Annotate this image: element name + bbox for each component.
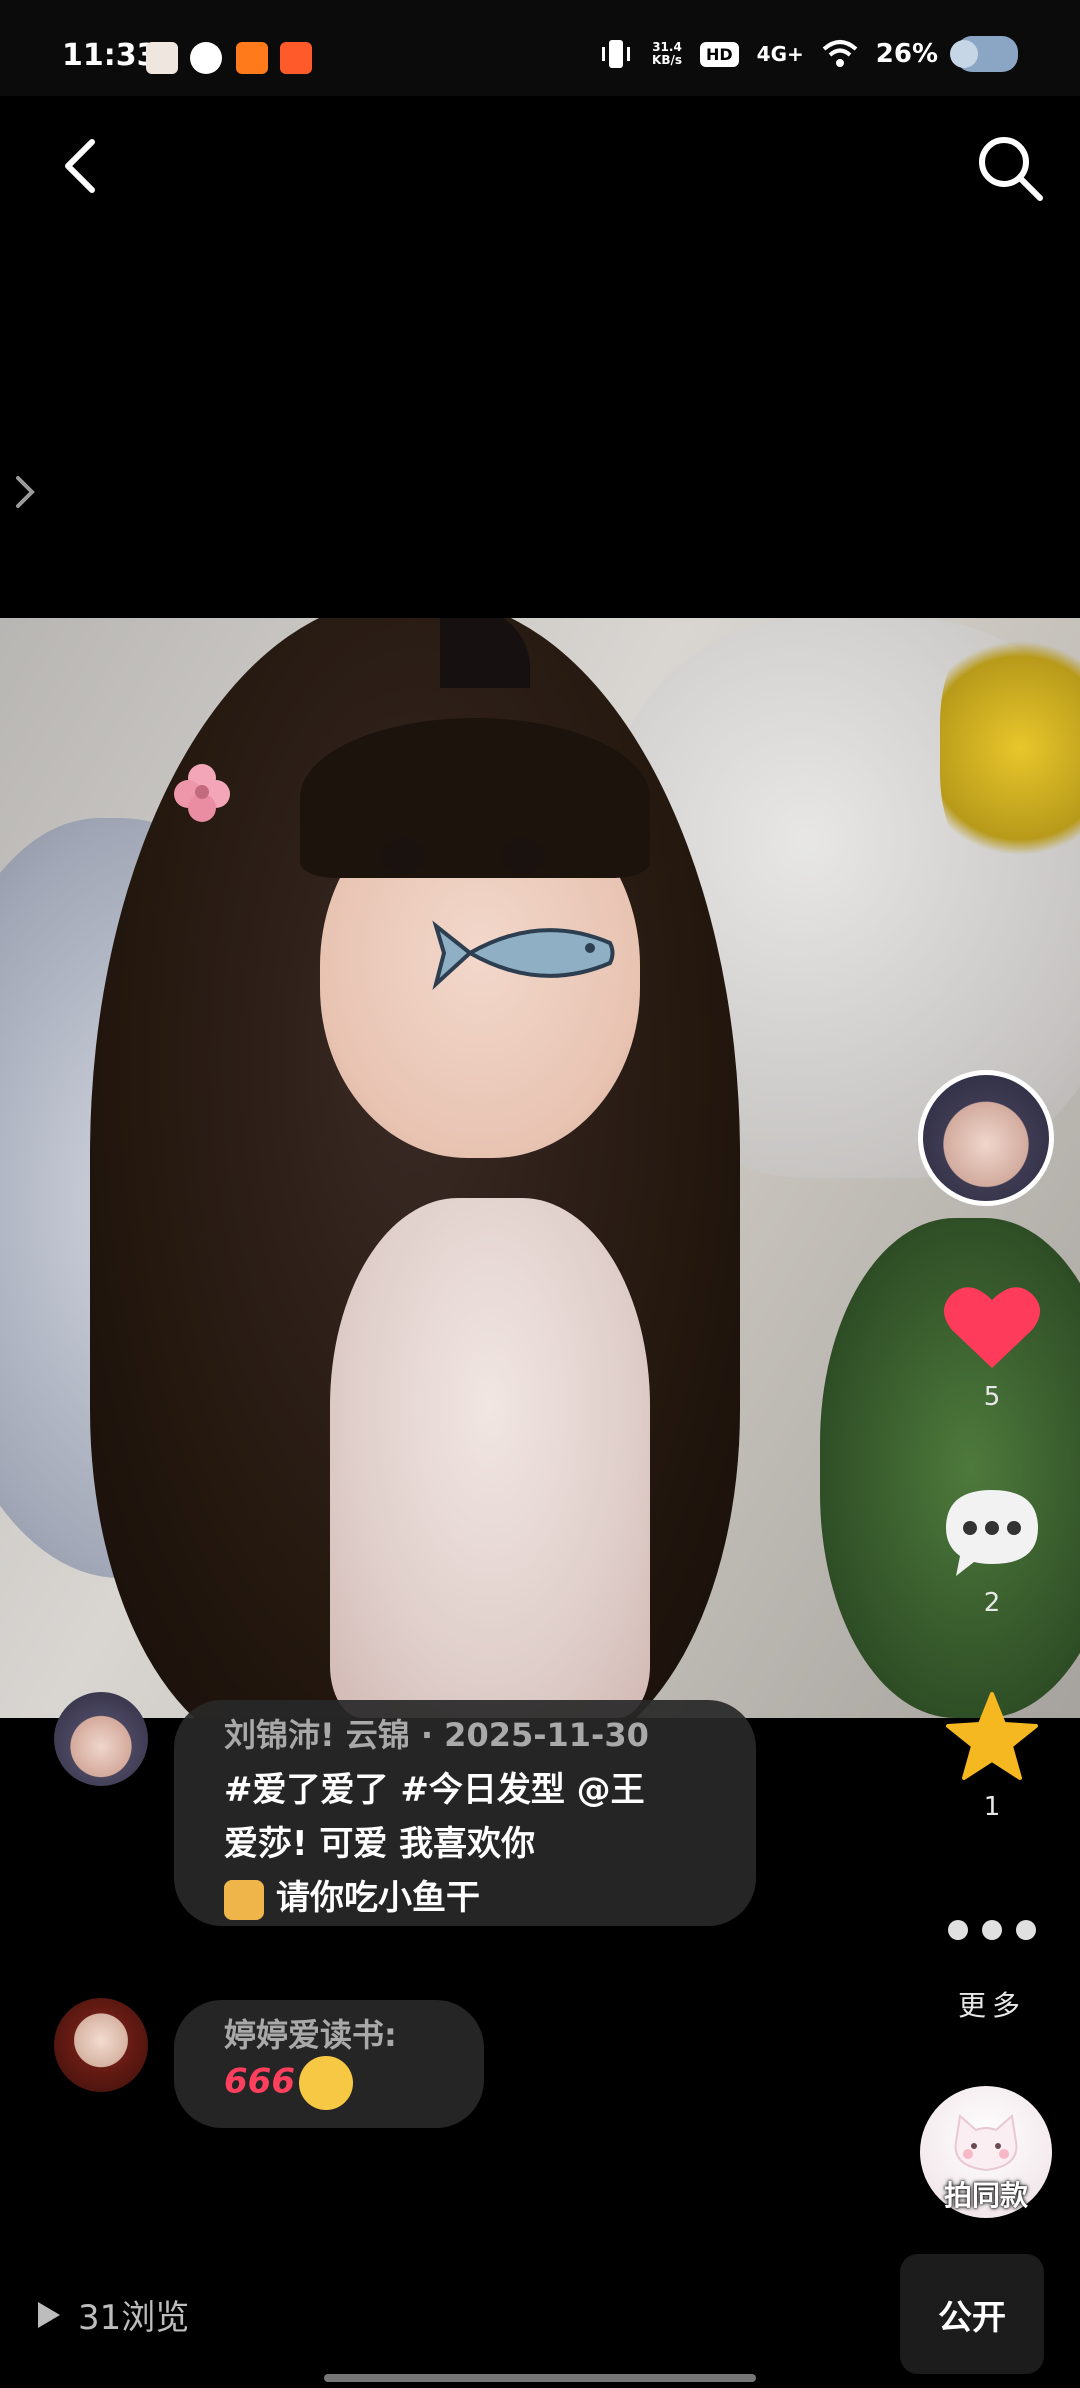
back-icon[interactable]: [52, 136, 112, 196]
photo-bangs: [300, 718, 650, 878]
view-count: 31浏览: [30, 2290, 189, 2339]
caption-line-3: 请你吃小鱼干: [224, 1870, 480, 1920]
top-nav: [0, 120, 1080, 220]
network-type: 4G+: [756, 42, 804, 66]
like-count: 5: [983, 1382, 1001, 1412]
app-notification-icon: [190, 42, 222, 74]
grin-emoji-icon: [298, 2056, 353, 2110]
more-label: 更多: [957, 1989, 1026, 2022]
view-count-text: 31浏览: [78, 2298, 190, 2338]
more-dots-icon: [948, 1920, 1036, 1940]
photo-dress: [330, 1198, 650, 1718]
photo-flowers: [940, 618, 1080, 878]
play-icon: [38, 2301, 60, 2328]
caption-line-text: 请你吃小鱼干: [276, 1878, 480, 1918]
comment-bubble: 婷婷爱读书: 666: [174, 2000, 484, 2128]
comment-button[interactable]: 2: [938, 1486, 1046, 1618]
vibrate-icon: [602, 40, 631, 68]
chevron-right-icon[interactable]: [10, 472, 40, 512]
post-photo[interactable]: [0, 618, 1080, 1718]
battery-icon: [950, 36, 1018, 72]
photo-eye: [500, 838, 546, 874]
star-icon: [946, 1692, 1038, 1780]
comment-author[interactable]: 婷婷爱读书:: [224, 2010, 397, 2056]
status-bar: 11:33 31.4 KB/s HD 4G+ 26%: [0, 0, 1080, 96]
visibility-button[interactable]: 公开: [900, 2254, 1044, 2374]
flower-clip-sticker: [174, 764, 230, 822]
sparkles-emoji-icon: [224, 1879, 264, 1920]
caption-author[interactable]: 刘锦沛! 云锦 · 2025-11-30: [224, 1710, 649, 1756]
app-notification-icon: [236, 42, 268, 74]
status-time: 11:33: [62, 38, 158, 73]
comment-text: 666: [224, 2056, 353, 2110]
favorite-count: 1: [983, 1792, 1001, 1822]
wifi-icon: [822, 40, 858, 67]
shoot-same-label: 拍同款: [943, 2179, 1028, 2212]
status-indicators: 31.4 KB/s HD 4G+ 26%: [598, 36, 1018, 72]
more-button[interactable]: 更多: [938, 1918, 1046, 2024]
caption-line: 爱莎! 可爱 我喜欢你: [224, 1824, 536, 1864]
like-button[interactable]: 5: [938, 1280, 1046, 1412]
app-notification-icon: [280, 42, 312, 74]
caption-bubble: 刘锦沛! 云锦 · 2025-11-30 #爱了爱了 #今日发型 @王 爱莎! …: [174, 1700, 756, 1926]
home-indicator: [324, 2374, 756, 2382]
comment-icon: [946, 1490, 1038, 1576]
comment-count: 2: [983, 1588, 1001, 1618]
net-speed: 31.4 KB/s: [652, 40, 682, 67]
battery-percent: 26%: [875, 39, 938, 69]
fish-sticker: [432, 920, 615, 991]
commenter-avatar[interactable]: [54, 1998, 148, 2092]
caption-author-avatar[interactable]: [54, 1692, 148, 1786]
caption-line: #爱了爱了 #今日发型 @王: [224, 1770, 645, 1810]
app-notification-icon: [146, 42, 178, 74]
author-avatar[interactable]: [918, 1070, 1054, 1206]
hd-badge: HD: [700, 41, 739, 67]
search-icon[interactable]: [974, 132, 1046, 204]
comment-666: 666: [224, 2061, 295, 2102]
heart-icon: [944, 1287, 1040, 1368]
photo-eye: [380, 838, 426, 874]
favorite-button[interactable]: 1: [938, 1690, 1046, 1822]
